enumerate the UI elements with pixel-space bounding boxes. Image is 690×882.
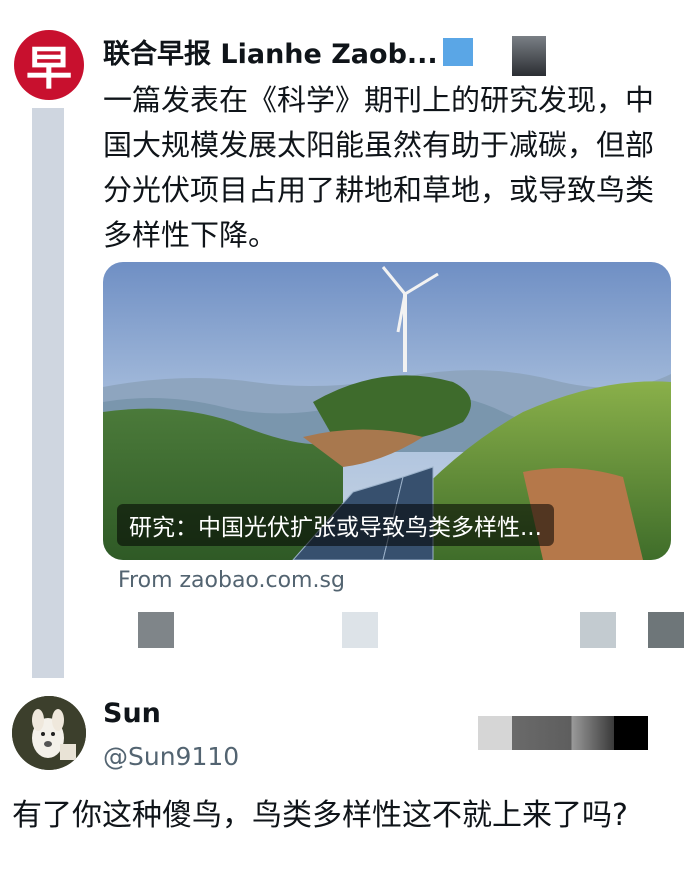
- reply-author-handle[interactable]: @Sun9110: [103, 742, 239, 771]
- link-card-source[interactable]: From zaobao.com.sg: [118, 568, 345, 593]
- retweet-icon[interactable]: [342, 612, 378, 648]
- redacted-timestamp: [512, 36, 546, 76]
- reply-avatar[interactable]: [12, 696, 86, 770]
- thread-connector-line: [32, 108, 64, 678]
- reply-text: 有了你这种傻鸟，鸟类多样性这不就上来了吗?: [12, 798, 628, 833]
- post-text: 一篇发表在《科学》期刊上的研究发现，中国大规模发展太阳能虽然有助于减碳，但部分光…: [103, 83, 655, 252]
- redacted-timestamp: [478, 716, 648, 750]
- verified-badge-icon: [443, 38, 473, 66]
- share-icon[interactable]: [648, 612, 684, 648]
- dog-avatar-icon: [12, 696, 86, 770]
- like-icon[interactable]: [580, 612, 616, 648]
- reply-author-name[interactable]: Sun: [103, 698, 161, 729]
- link-card-caption[interactable]: 研究：中国光伏扩张或导致鸟类多样性...: [117, 504, 554, 546]
- newspaper-logo-icon: 早: [26, 41, 72, 95]
- reply-icon[interactable]: [138, 612, 174, 648]
- author-name[interactable]: 联合早报 Lianhe Zaob...: [103, 32, 438, 71]
- link-card-image[interactable]: 研究：中国光伏扩张或导致鸟类多样性...: [103, 262, 671, 560]
- author-avatar[interactable]: 早: [14, 30, 84, 100]
